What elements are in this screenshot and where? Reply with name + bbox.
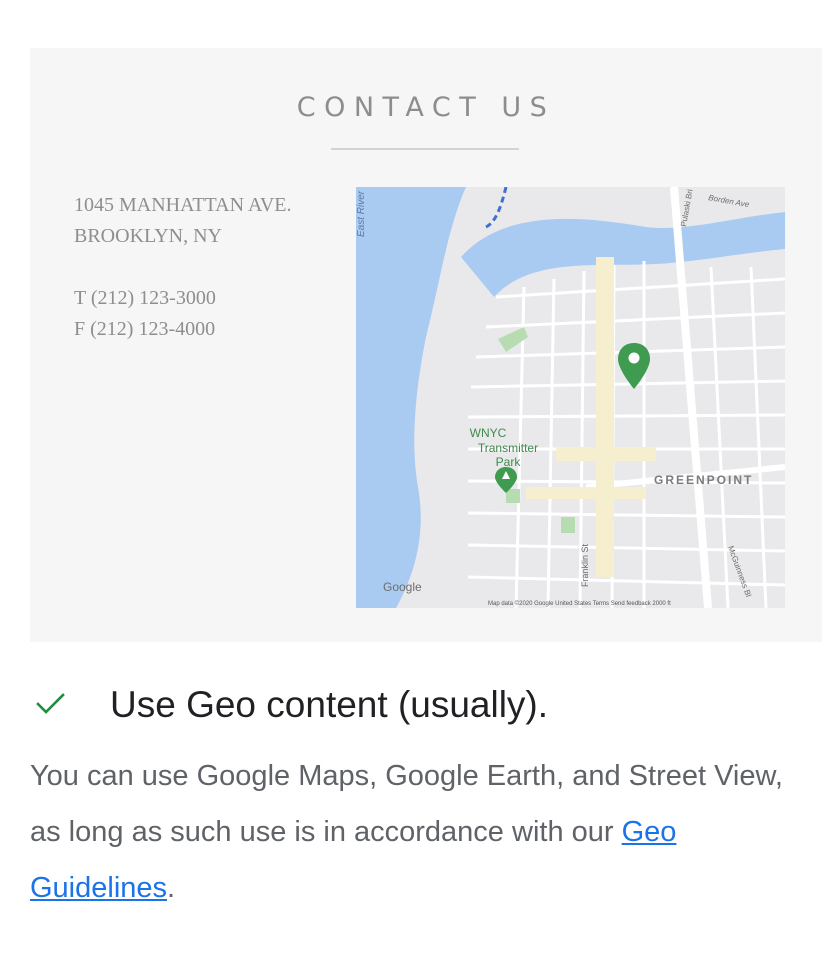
card-title: CONTACT US [296,92,556,123]
park-label-2: Transmitter [478,441,538,455]
map-image[interactable]: East River WNYC Transmitter Park GREENPO… [356,187,785,608]
fax-number: F (212) 123-4000 [74,318,216,340]
guideline-heading: Use Geo content (usually). [110,684,549,725]
address-line-2: BROOKLYN, NY [74,225,222,247]
phone-number: T (212) 123-3000 [74,287,216,309]
body-text-suffix: . [167,872,176,904]
park-label-3: Park [496,455,522,469]
map-svg: East River WNYC Transmitter Park GREENPO… [356,187,785,608]
address-line-1: 1045 MANHATTAN AVE. [74,194,292,216]
river-label: East River [356,190,367,237]
google-logo: Google [383,580,422,594]
guideline-body: You can use Google Maps, Google Earth, a… [30,748,820,916]
neighborhood-label: GREENPOINT [654,473,753,487]
contact-address-block: 1045 MANHATTAN AVE. BROOKLYN, NY T (212)… [74,190,291,345]
check-icon [36,693,65,714]
title-underline [331,148,519,150]
map-attribution: Map data ©2020 Google United States Term… [488,600,671,607]
street-label-franklin: Franklin St [580,543,590,587]
contact-card: CONTACT US 1045 MANHATTAN AVE. BROOKLYN,… [30,48,822,642]
park-label-1: WNYC [470,426,507,440]
